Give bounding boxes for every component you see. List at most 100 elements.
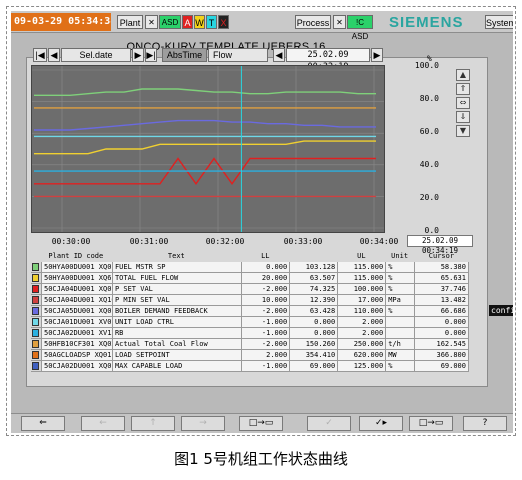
table-row[interactable]: 50HYA00DU001 XQ01 FUEL MSTR SP 0.000 103.12… — [31, 262, 469, 273]
alarm-x-button[interactable]: X — [218, 15, 229, 29]
zoom-in-icon[interactable]: ▲ — [456, 69, 470, 81]
flow-field[interactable]: Flow — [208, 48, 268, 62]
cursor-cell: 58.380 — [413, 262, 469, 272]
process-button[interactable]: Process — [295, 15, 331, 29]
export-icon[interactable]: □→▭ — [239, 416, 283, 431]
up-arrow-icon[interactable]: ↑ — [131, 416, 175, 431]
speaker-muted-icon[interactable]: ✕ — [145, 15, 158, 29]
sel-date-button[interactable]: Sel.date — [61, 48, 131, 62]
plant-id-cell: 50CJA02DU001 XV12 — [41, 328, 112, 338]
table-row[interactable]: 50CJA01DU001 XV01 UNIT LOAD CTRL -1.000 0.0… — [31, 317, 469, 328]
y-tick-label: 60.0 — [419, 127, 439, 136]
series-color-swatch — [32, 285, 39, 293]
abstime-button[interactable]: AbsTime — [162, 48, 207, 62]
trend-plot — [32, 66, 384, 232]
cursor-cell: 366.800 — [413, 350, 469, 360]
ll-cell: 0.000 — [241, 262, 290, 272]
series-color-swatch — [32, 296, 39, 304]
table-row[interactable]: 50HFB10CF301 XQ02 Actual Total Coal Flow -… — [31, 339, 469, 350]
time-forward-icon[interactable]: ▶ — [371, 48, 383, 62]
alarm-w-button[interactable]: W — [194, 15, 205, 29]
unit-cell: MPa — [385, 295, 414, 305]
color-swatch — [31, 284, 41, 294]
back-arrow-icon[interactable]: ⇐ — [21, 416, 65, 431]
table-row[interactable]: 50CJA02DU001 XV12 RB -1.000 0.000 2.000 0.000 — [31, 328, 469, 339]
color-swatch — [31, 262, 41, 272]
fit-icon[interactable]: ⇔ — [456, 97, 470, 109]
text-cell: BOILER DEMAND FEEDBACK — [111, 306, 242, 316]
column-header: Plant ID code — [48, 252, 104, 260]
import-icon[interactable]: □→▭ — [409, 416, 453, 431]
cursor-cell: 13.482 — [413, 295, 469, 305]
ll-cell: -1.000 — [241, 317, 290, 327]
process-asd-button[interactable]: !C ASD — [347, 15, 373, 41]
text-cell: FUEL MSTR SP — [111, 262, 242, 272]
scroll-down-icon[interactable]: ⇓ — [456, 111, 470, 123]
y-tick-label: 80.0 — [419, 94, 439, 103]
right-arrow-icon[interactable]: → — [181, 416, 225, 431]
x-tick-label: 00:34:00 — [359, 237, 399, 246]
table-row[interactable]: 50CJA02DU001 XQ01 MAX CAPABLE LOAD -1.000 6… — [31, 361, 469, 372]
skip-last-icon[interactable]: ▶| — [145, 48, 157, 62]
help-icon[interactable]: ? — [463, 416, 507, 431]
plant-asd-button[interactable]: ASD — [159, 15, 181, 29]
step-forward-icon[interactable]: ▶ — [132, 48, 144, 62]
figure-caption: 图1 5号机组工作状态曲线 — [174, 450, 348, 468]
text-cell: Actual Total Coal Flow — [111, 339, 242, 349]
table-row[interactable]: 50AGCLOADSP XQ01 LOAD SETPOINT 2.000 354.41… — [31, 350, 469, 361]
value-cell: 354.410 — [289, 350, 338, 360]
plant-button[interactable]: Plant — [117, 15, 143, 29]
series-line — [34, 140, 376, 155]
series-color-swatch — [32, 362, 39, 370]
value-cell: 0.000 — [289, 317, 338, 327]
ul-cell: 100.000 — [337, 284, 386, 294]
table-row[interactable]: 50CJA04DU001 XQ01 P SET VAL -2.000 74.325 10… — [31, 284, 469, 295]
ll-cell: -2.000 — [241, 339, 290, 349]
series-color-swatch — [32, 329, 39, 337]
confirm-icon[interactable]: ✓▸ — [359, 416, 403, 431]
color-swatch — [31, 317, 41, 327]
time-field[interactable]: 25.02.09 00:32:19 — [286, 48, 370, 72]
zoom-out-icon[interactable]: ▼ — [456, 125, 470, 137]
check-icon[interactable]: ✓ — [307, 416, 351, 431]
time-back-icon[interactable]: ◀ — [273, 48, 285, 62]
plant-id-cell: 50CJA02DU001 XQ01 — [41, 361, 112, 371]
trend-chart[interactable] — [31, 65, 385, 233]
value-cell: 103.128 — [289, 262, 338, 272]
ll-cell: -2.000 — [241, 306, 290, 316]
text-cell: MAX CAPABLE LOAD — [111, 361, 242, 371]
ul-cell: 250.000 — [337, 339, 386, 349]
plant-id-cell: 50CJA04DU001 XQ10 — [41, 295, 112, 305]
table-row[interactable]: 50HYA00DU001 XQ61 TOTAL FUEL FLOW 20.000 63… — [31, 273, 469, 284]
series-line — [34, 88, 376, 96]
column-header: Unit — [391, 252, 409, 260]
cursor-cell: 69.000 — [413, 361, 469, 371]
color-swatch — [31, 328, 41, 338]
series-color-swatch — [32, 307, 39, 315]
y-tick-label: 0.0 — [424, 226, 439, 235]
plant-id-cell: 50HYA00DU001 XQ01 — [41, 262, 112, 272]
color-swatch — [31, 339, 41, 349]
alarm-a-button[interactable]: A — [182, 15, 193, 29]
cursor-time-label: 25.02.09 00:34:19 — [407, 235, 473, 255]
left-arrow-icon[interactable]: ← — [81, 416, 125, 431]
table-row[interactable]: 50CJA05DU001 XQ01 BOILER DEMAND FEEDBACK -… — [31, 306, 469, 317]
series-color-swatch — [32, 340, 39, 348]
cursor-cell: 0.000 — [413, 317, 469, 327]
alarm-t-button[interactable]: T — [206, 15, 217, 29]
table-row[interactable]: 50CJA04DU001 XQ10 P MIN SET VAL 10.000 12.3… — [31, 295, 469, 306]
skip-first-icon[interactable]: |◀ — [33, 48, 47, 62]
bottom-toolbar: ⇐ ← ↑ → □→▭ ✓ ✓▸ □→▭ ? — [11, 413, 513, 433]
ul-cell: 110.000 — [337, 306, 386, 316]
screenshot-frame: 09-03-29 05:34:34 Plant ✕ ASD A W T X Pr… — [6, 6, 516, 436]
step-back-icon[interactable]: ◀ — [48, 48, 60, 62]
ul-cell: 115.000 — [337, 262, 386, 272]
plant-id-cell: 50CJA05DU001 XQ01 — [41, 306, 112, 316]
series-color-swatch — [32, 318, 39, 326]
x-tick-label: 00:30:00 — [51, 237, 91, 246]
system-button[interactable]: System — [485, 15, 513, 29]
speaker-muted-icon[interactable]: ✕ — [333, 15, 346, 29]
cursor-cell: 0.000 — [413, 328, 469, 338]
column-header: Cursor — [428, 252, 455, 260]
scroll-up-icon[interactable]: ⇑ — [456, 83, 470, 95]
